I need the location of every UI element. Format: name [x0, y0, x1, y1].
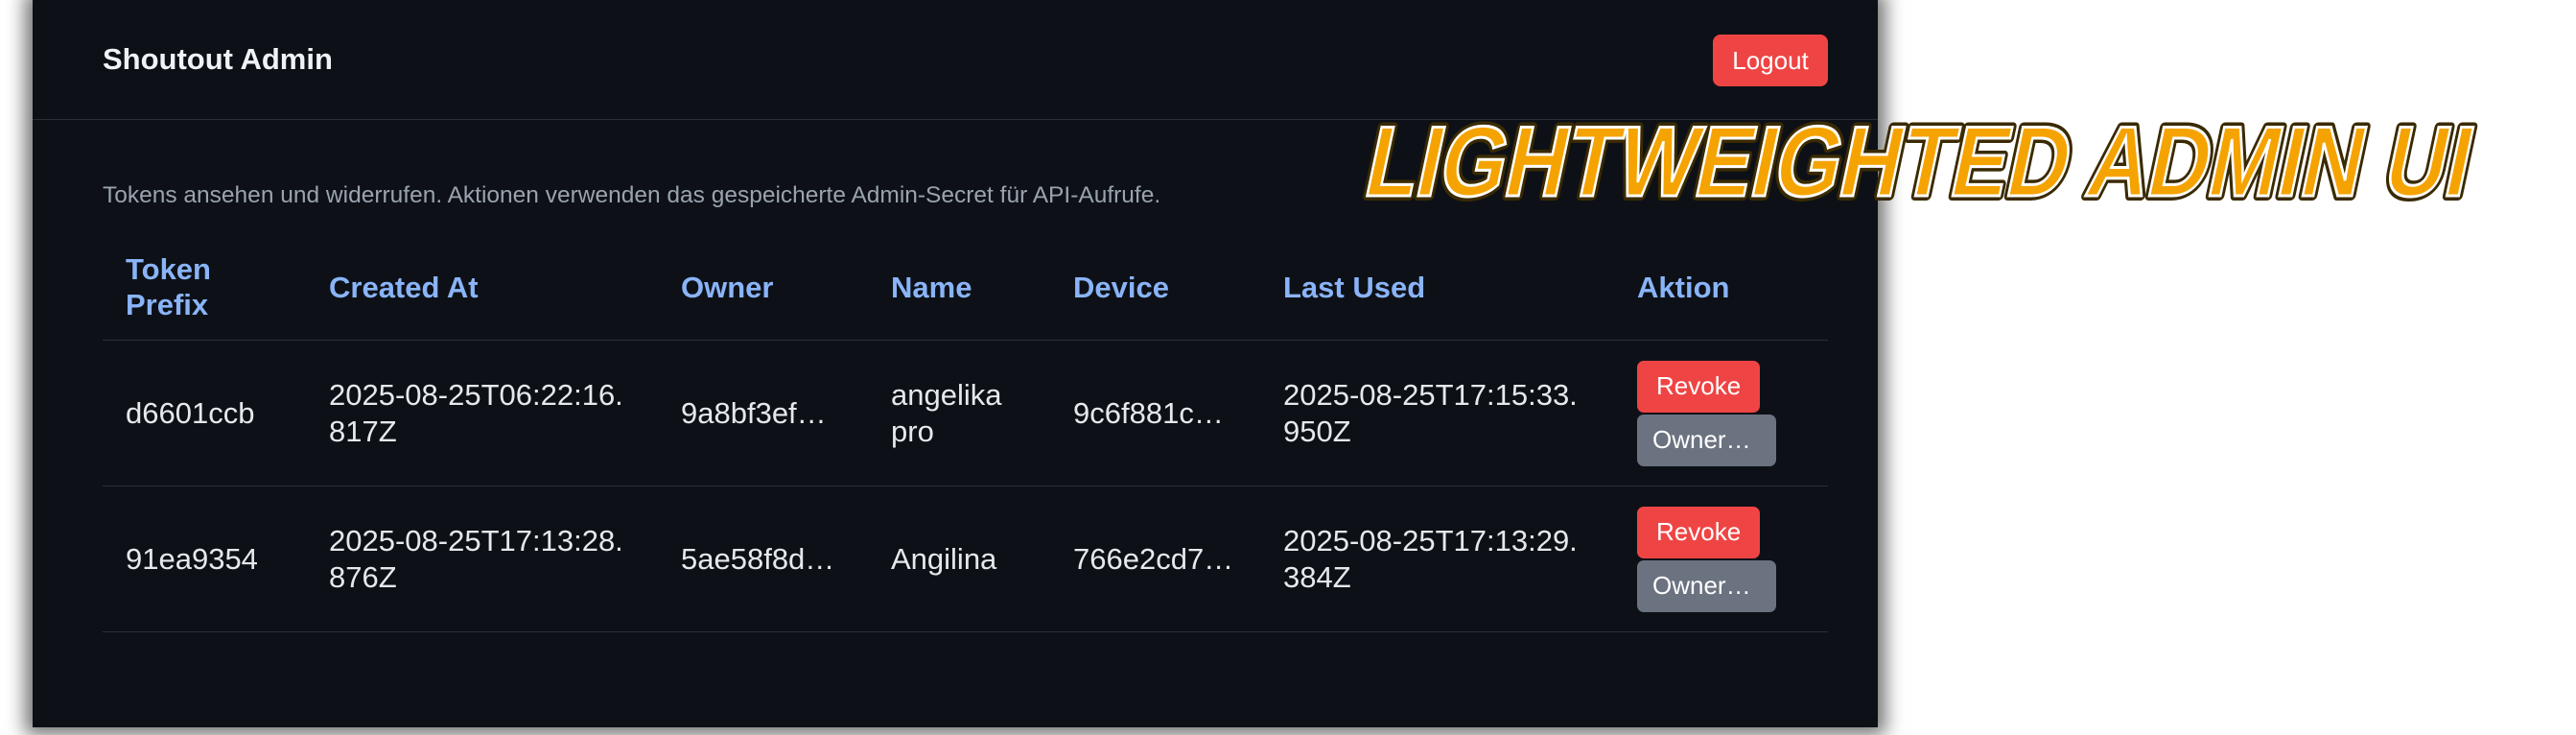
action-cell: Revoke Owner… [1614, 486, 1828, 632]
created-at-cell: 2025-08-25T17:13:28.876Z [306, 486, 658, 632]
page-description: Tokens ansehen und widerrufen. Aktionen … [103, 182, 1161, 208]
owner-cell: 9a8bf3ef… [658, 340, 868, 486]
name-cell: Angilina [868, 486, 1050, 632]
column-header-owner: Owner [658, 238, 868, 341]
column-header-last-used: Last Used [1260, 238, 1614, 341]
owner-id: 9a8bf3ef… [681, 395, 827, 430]
row-actions: Revoke Owner… [1637, 360, 1805, 466]
column-header-created-at: Created At [306, 238, 658, 341]
table-row: 91ea9354 2025-08-25T17:13:28.876Z 5ae58f… [103, 486, 1828, 632]
column-header-token-prefix: Token Prefix [103, 238, 306, 341]
device-cell: 766e2cd7… [1050, 486, 1260, 632]
last-used-cell: 2025-08-25T17:15:33.950Z [1260, 340, 1614, 486]
revoke-button[interactable]: Revoke [1637, 360, 1761, 413]
token-prefix-cell: 91ea9354 [103, 486, 306, 632]
last-used-cell: 2025-08-25T17:13:29.384Z [1260, 486, 1614, 632]
table-row: d6601ccb 2025-08-25T06:22:16.817Z 9a8bf3… [103, 340, 1828, 486]
device-cell: 9c6f881c… [1050, 340, 1260, 486]
column-header-name: Name [868, 238, 1050, 341]
name-cell: angelika pro [868, 340, 1050, 486]
row-actions: Revoke Owner… [1637, 506, 1805, 612]
owner-button[interactable]: Owner… [1637, 414, 1776, 466]
logout-button[interactable]: Logout [1713, 35, 1828, 86]
tokens-table: Token Prefix Created At Owner Name Devic… [103, 238, 1828, 632]
owner-cell: 5ae58f8d… [658, 486, 868, 632]
promo-banner: LIGHTWEIGHTED ADMIN UI LIGHTWEIGHTED ADM… [1352, 102, 2489, 223]
owner-button[interactable]: Owner… [1637, 559, 1776, 612]
column-header-device: Device [1050, 238, 1260, 341]
app-title: Shoutout Admin [103, 42, 333, 76]
action-cell: Revoke Owner… [1614, 340, 1828, 486]
token-prefix-cell: d6601ccb [103, 340, 306, 486]
created-at-cell: 2025-08-25T06:22:16.817Z [306, 340, 658, 486]
owner-id: 5ae58f8d… [681, 541, 835, 576]
banner-text: LIGHTWEIGHTED ADMIN UI [1357, 107, 2484, 218]
column-header-aktion: Aktion [1614, 238, 1828, 341]
device-id: 766e2cd7… [1073, 541, 1234, 576]
table-header-row: Token Prefix Created At Owner Name Devic… [103, 238, 1828, 341]
device-id: 9c6f881c… [1073, 395, 1224, 430]
app-header: Shoutout Admin Logout [33, 0, 1878, 120]
revoke-button[interactable]: Revoke [1637, 506, 1761, 558]
